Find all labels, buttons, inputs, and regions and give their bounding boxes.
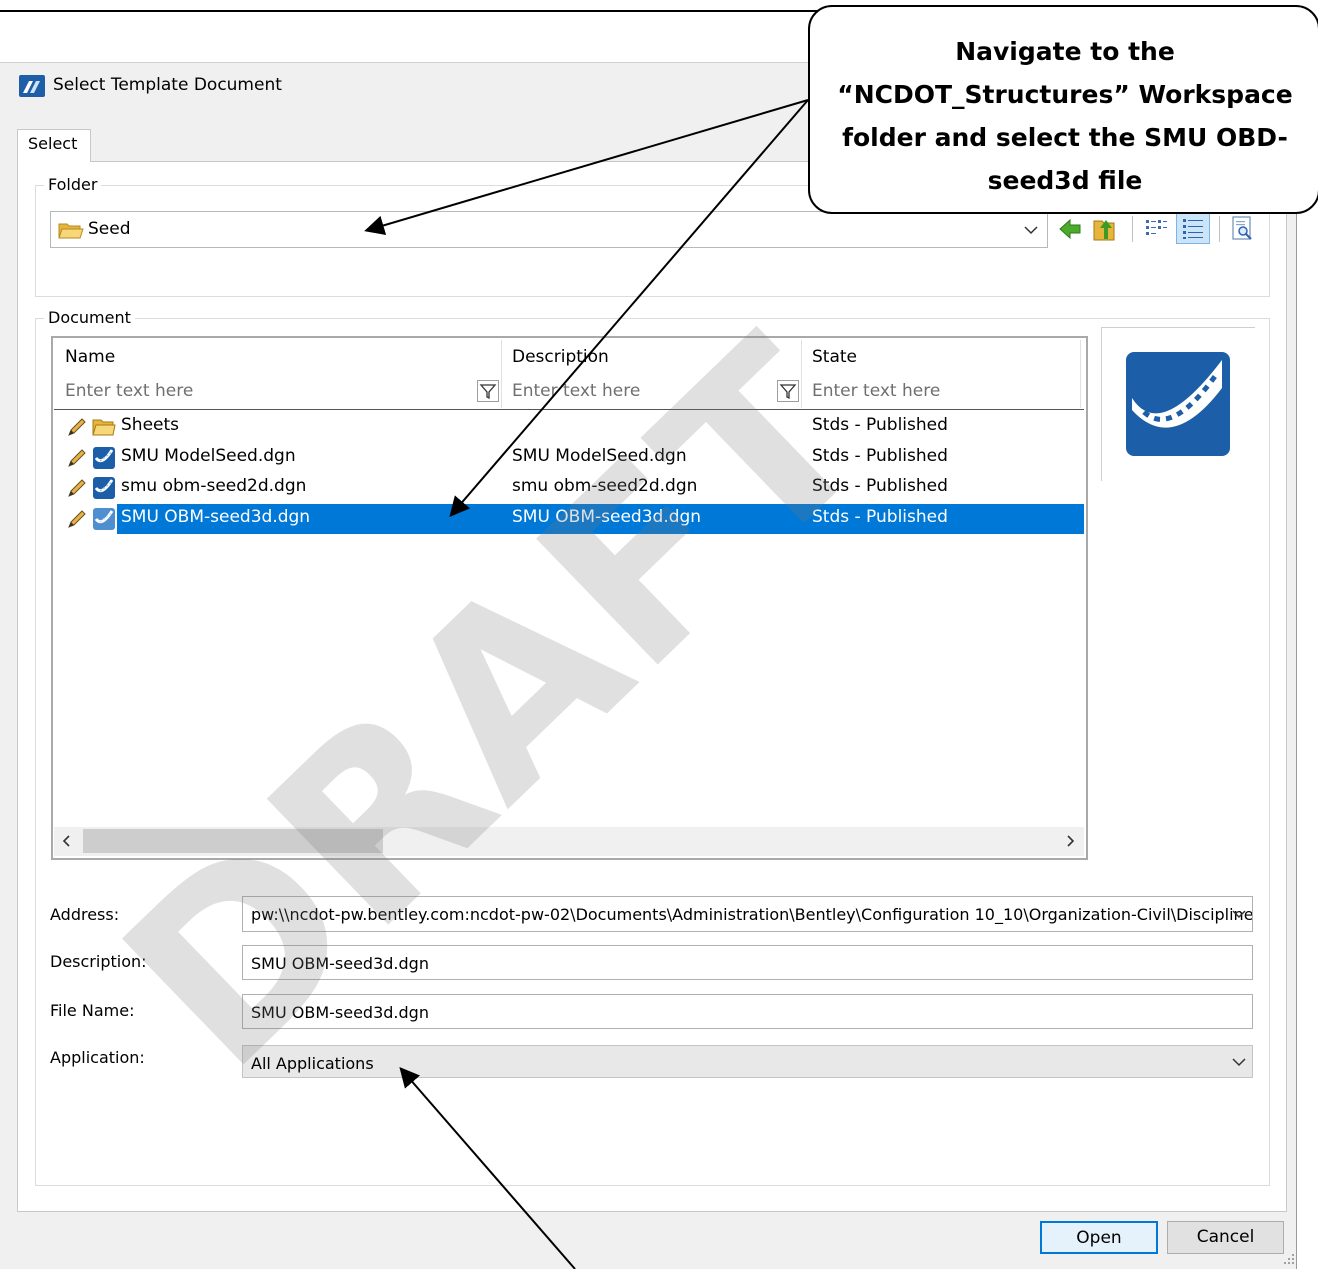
column-description-header[interactable]: Description	[512, 347, 609, 367]
address-dropdown[interactable]: pw:\\ncdot-pw.bentley.com:ncdot-pw-02\Do…	[242, 896, 1253, 932]
chevron-down-icon[interactable]	[1022, 221, 1040, 239]
row-state: Stds - Published	[812, 476, 948, 496]
details-view-button[interactable]	[1176, 212, 1210, 244]
file-name-label: File Name:	[50, 1001, 135, 1020]
row-state: Stds - Published	[812, 507, 948, 527]
folder-icon	[92, 419, 116, 436]
preview-icon[interactable]	[1229, 214, 1255, 242]
row-name: SMU ModelSeed.dgn	[121, 446, 296, 466]
list-item[interactable]: smu obm-seed2d.dgn smu obm-seed2d.dgn St…	[54, 473, 1084, 503]
callout-text: Navigate to the “NCDOT_Structures” Works…	[820, 30, 1310, 202]
toolbar-separator	[1219, 216, 1220, 242]
dgn-file-icon	[93, 508, 115, 530]
application-label: Application:	[50, 1048, 145, 1067]
description-field[interactable]: SMU OBM-seed3d.dgn	[242, 945, 1253, 980]
open-folder-icon	[58, 223, 84, 239]
dgn-preview-icon	[1126, 352, 1230, 456]
details-view-icon	[1183, 219, 1203, 239]
tab-select[interactable]: Select	[17, 129, 91, 162]
open-button[interactable]: Open	[1040, 1221, 1158, 1254]
scroll-left-icon[interactable]	[58, 832, 76, 850]
filter-icon[interactable]	[477, 380, 499, 402]
list-view-icon[interactable]	[1143, 214, 1169, 242]
file-name-field[interactable]: SMU OBM-seed3d.dgn	[242, 994, 1253, 1029]
pencil-icon	[68, 510, 86, 528]
list-item[interactable]: Sheets Stds - Published	[54, 412, 1084, 442]
callout-line: Navigate to the	[955, 37, 1175, 66]
column-name-header[interactable]: Name	[65, 347, 115, 367]
name-filter-input[interactable]: Enter text here	[65, 381, 193, 401]
pencil-icon	[68, 479, 86, 497]
pencil-icon	[68, 449, 86, 467]
funnel-icon	[479, 384, 497, 400]
state-filter-input[interactable]: Enter text here	[812, 381, 940, 401]
chevron-down-icon[interactable]	[1230, 1053, 1248, 1071]
row-description: SMU ModelSeed.dgn	[512, 446, 687, 466]
document-group-label: Document	[44, 308, 135, 327]
row-description: smu obm-seed2d.dgn	[512, 476, 698, 496]
description-label: Description:	[50, 952, 147, 971]
list-item-selected[interactable]: SMU OBM-seed3d.dgn SMU OBM-seed3d.dgn St…	[117, 504, 1084, 534]
folder-up-icon[interactable]	[1092, 215, 1118, 243]
column-divider[interactable]	[1080, 340, 1081, 408]
callout-line: “NCDOT_Structures” Workspace	[837, 80, 1293, 109]
address-label: Address:	[50, 905, 120, 924]
resize-grip-icon[interactable]	[1283, 1253, 1295, 1265]
row-description: SMU OBM-seed3d.dgn	[512, 507, 702, 527]
dgn-file-icon	[93, 447, 115, 469]
callout-line: seed3d file	[987, 166, 1143, 195]
scrollbar-thumb[interactable]	[83, 829, 383, 853]
chevron-down-icon[interactable]	[1230, 905, 1248, 923]
row-state: Stds - Published	[812, 415, 948, 435]
toolbar-separator	[1132, 216, 1133, 242]
row-name: SMU OBM-seed3d.dgn	[121, 507, 311, 527]
row-name: smu obm-seed2d.dgn	[121, 476, 307, 496]
funnel-icon	[779, 384, 797, 400]
folder-value: Seed	[88, 219, 131, 239]
row-state: Stds - Published	[812, 446, 948, 466]
column-state-header[interactable]: State	[812, 347, 857, 367]
folder-group-label: Folder	[44, 175, 102, 194]
column-divider[interactable]	[501, 340, 502, 408]
callout-line: folder and select the SMU OBD-	[842, 123, 1288, 152]
cancel-button[interactable]: Cancel	[1167, 1221, 1284, 1254]
application-dropdown[interactable]: All Applications	[242, 1045, 1253, 1078]
dgn-file-icon	[93, 477, 115, 499]
filter-icon[interactable]	[777, 380, 799, 402]
column-divider[interactable]	[801, 340, 802, 408]
back-icon[interactable]	[1057, 215, 1083, 243]
scroll-right-icon[interactable]	[1061, 832, 1079, 850]
microstation-app-icon	[19, 75, 45, 97]
description-filter-input[interactable]: Enter text here	[512, 381, 640, 401]
row-name: Sheets	[121, 415, 180, 435]
list-item[interactable]: SMU ModelSeed.dgn SMU ModelSeed.dgn Stds…	[54, 443, 1084, 473]
pencil-icon	[68, 418, 86, 436]
window-title: Select Template Document	[53, 75, 282, 95]
folder-dropdown[interactable]	[50, 211, 1048, 248]
